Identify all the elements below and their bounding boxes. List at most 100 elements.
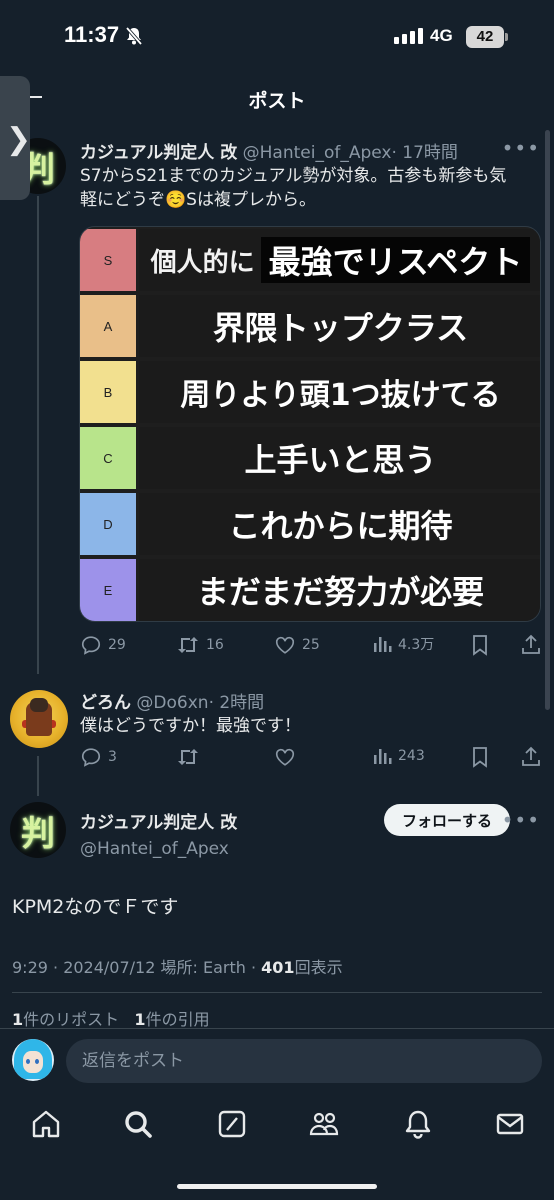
header: ポスト — [0, 76, 554, 122]
views-label: 回表示 — [294, 958, 343, 977]
share-icon — [522, 634, 540, 654]
home-icon[interactable] — [30, 1108, 62, 1140]
post-text: KPM2なのでＦです — [12, 896, 179, 918]
avatar[interactable]: 判 — [10, 802, 66, 858]
retweet-button[interactable]: 16 — [176, 634, 224, 656]
scrollbar[interactable] — [545, 130, 550, 710]
tier-row: C 上手いと思う — [80, 427, 540, 489]
tier-label: まだまだ努力が必要 — [139, 559, 540, 621]
author-name[interactable]: どろん — [80, 693, 131, 713]
network-type: 4G — [430, 26, 453, 45]
engagement-counts: 1件のリポスト 1件の引用 — [12, 1006, 210, 1030]
views-button[interactable]: 4.3万 — [372, 634, 434, 654]
retweet-button[interactable] — [176, 746, 206, 768]
retweet-icon — [178, 637, 198, 653]
tier-letter: A — [80, 295, 136, 357]
views-icon — [374, 637, 392, 652]
tier-row: B 周りより頭1つ抜けてる — [80, 361, 540, 423]
author-name[interactable]: カジュアル判定人 改 — [80, 808, 237, 833]
views-count: 4.3万 — [398, 637, 435, 653]
divider — [12, 992, 542, 993]
author-handle[interactable]: @Hantei_of_Apex — [80, 839, 237, 859]
author-handle[interactable]: @Hantei_of_Apex — [243, 143, 392, 163]
thread-line — [37, 196, 39, 674]
views-icon — [374, 749, 392, 764]
status-time: 11:37 — [64, 22, 120, 47]
grok-icon[interactable] — [216, 1108, 248, 1140]
signal-icon — [394, 28, 423, 44]
tier-letter: B — [80, 361, 136, 423]
silent-bell-icon — [125, 26, 143, 46]
reply-icon — [81, 748, 101, 767]
status-bar: 11:37 4G 42 — [0, 0, 554, 76]
tier-row: A 界隈トップクラス — [80, 295, 540, 357]
avatar[interactable] — [10, 690, 68, 748]
communities-icon[interactable] — [308, 1108, 340, 1140]
post-meta: 9:29 · 2024/07/12 場所: Earth · 401回表示 — [12, 954, 343, 978]
post-time: · 2時間 — [208, 693, 265, 713]
tier-prefix: 個人的に — [150, 247, 255, 278]
like-button[interactable] — [274, 746, 302, 768]
tier-label: 最強でリスペクト — [260, 237, 531, 283]
messages-icon[interactable] — [494, 1108, 526, 1140]
more-options-icon[interactable]: ••• — [502, 808, 540, 832]
share-button[interactable] — [520, 634, 542, 656]
quotes-link[interactable]: 1件の引用 — [134, 1010, 209, 1029]
post-time: · 17時間 — [391, 143, 458, 163]
battery-icon: 42 — [466, 26, 508, 48]
more-options-icon[interactable]: ••• — [502, 136, 540, 160]
tier-row: D これからに期待 — [80, 493, 540, 555]
tweet-header: カジュアル判定人 改 @Hantei_of_Apex· 17時間 — [80, 138, 458, 163]
retweet-count: 16 — [206, 637, 224, 653]
tier-letter: S — [80, 229, 136, 291]
tweet-header: どろん @Do6xn· 2時間 — [80, 688, 264, 713]
tier-letter: E — [80, 559, 136, 621]
search-icon[interactable] — [122, 1108, 154, 1140]
tweet-actions: 3 243 — [80, 746, 542, 774]
chevron-right-icon: ❯ — [6, 122, 32, 157]
reposts-link[interactable]: 1件のリポスト — [12, 1010, 119, 1029]
reply-button[interactable]: 3 — [80, 746, 117, 768]
avatar — [12, 1039, 54, 1081]
tier-list-image[interactable]: S 個人的に 最強でリスペクト A 界隈トップクラス B 周りより頭1つ抜けてる… — [79, 226, 541, 622]
retweet-icon — [178, 749, 198, 765]
heart-icon — [275, 636, 295, 654]
post-timestamp: 9:29 · 2024/07/12 場所: Earth · — [12, 958, 257, 977]
views-button[interactable]: 243 — [372, 746, 425, 766]
tier-label: これからに期待 — [139, 493, 540, 555]
notifications-icon[interactable] — [402, 1108, 434, 1140]
tweet-text: S7からS21までのカジュアル勢が対象。古参も新参も気 軽にどうぞ☺️Sは複プレ… — [80, 166, 507, 210]
reply-count: 29 — [108, 637, 126, 653]
tier-label: 周りより頭1つ抜けてる — [139, 361, 540, 423]
bookmark-button[interactable] — [470, 634, 490, 656]
views-count: 401 — [261, 958, 295, 977]
reply-count: 3 — [108, 749, 117, 765]
side-panel-handle[interactable]: ❯ — [0, 76, 32, 200]
page-title: ポスト — [248, 90, 306, 112]
follow-button[interactable]: フォローする — [384, 804, 510, 836]
tier-letter: C — [80, 427, 136, 489]
views-count: 243 — [398, 748, 425, 764]
home-indicator[interactable] — [177, 1184, 377, 1189]
tier-letter: D — [80, 493, 136, 555]
reply-icon — [81, 636, 101, 655]
author-name[interactable]: カジュアル判定人 改 — [80, 143, 237, 163]
tweet-text: 僕はどうですか！最強です！ — [80, 716, 301, 736]
tier-row: S 個人的に 最強でリスペクト — [80, 229, 540, 291]
reply-bar: 返信をポスト — [0, 1028, 554, 1092]
share-button[interactable] — [520, 746, 542, 768]
reply-input[interactable]: 返信をポスト — [66, 1039, 542, 1083]
heart-icon — [275, 748, 295, 766]
reply-button[interactable]: 29 — [80, 634, 126, 656]
bookmark-button[interactable] — [470, 746, 490, 768]
main-author: カジュアル判定人 改 @Hantei_of_Apex — [80, 808, 237, 859]
thread-line — [37, 756, 39, 796]
tier-label: 界隈トップクラス — [139, 295, 540, 357]
bookmark-icon — [473, 635, 487, 656]
tweet-actions: 29 16 25 4.3万 — [80, 634, 542, 662]
like-count: 25 — [302, 637, 320, 653]
tier-row: E まだまだ努力が必要 — [80, 559, 540, 621]
bookmark-icon — [473, 747, 487, 768]
author-handle[interactable]: @Do6xn — [136, 693, 208, 713]
like-button[interactable]: 25 — [274, 634, 320, 656]
